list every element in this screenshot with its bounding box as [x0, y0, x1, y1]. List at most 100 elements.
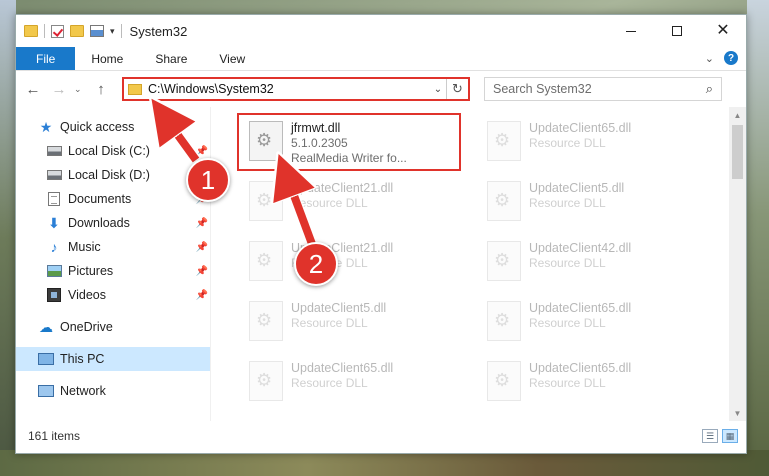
file-item[interactable]: UpdateClient21.dll Resource DLL: [239, 235, 459, 291]
recent-locations-dropdown-icon[interactable]: ⌄: [74, 84, 86, 95]
help-icon[interactable]: ?: [724, 51, 738, 65]
sidebar-item-label: OneDrive: [60, 320, 113, 334]
file-item[interactable]: UpdateClient65.dll Resource DLL: [239, 355, 459, 411]
address-folder-icon: [128, 83, 142, 95]
maximize-button[interactable]: [654, 15, 700, 47]
forward-button[interactable]: →: [48, 78, 70, 100]
refresh-button[interactable]: ↻: [446, 79, 468, 99]
dll-file-icon: [487, 241, 521, 281]
checkmark-icon[interactable]: [51, 24, 64, 38]
minimize-button[interactable]: [608, 15, 654, 47]
pin-icon[interactable]: 📌: [196, 290, 208, 301]
file-item[interactable]: UpdateClient65.dll Resource DLL: [477, 355, 697, 411]
up-button[interactable]: ↑: [90, 78, 112, 100]
large-icons-view-icon[interactable]: ▦: [722, 429, 738, 443]
navigation-pane: ★ Quick access Local Disk (C:) 📌 Local D…: [16, 107, 210, 421]
tab-view[interactable]: View: [203, 47, 261, 70]
disk-icon: [46, 168, 62, 182]
minimize-icon: [626, 30, 636, 32]
downloads-icon: ⬇: [48, 214, 60, 231]
file-description: Resource DLL: [529, 196, 606, 210]
file-item[interactable]: UpdateClient5.dll Resource DLL: [239, 295, 459, 351]
properties-icon[interactable]: [90, 25, 104, 37]
file-name: UpdateClient21.dll: [291, 181, 394, 195]
file-meta: UpdateClient5.dll Resource DLL: [529, 175, 624, 211]
pin-icon[interactable]: 📌: [196, 218, 208, 229]
music-icon: ♪: [50, 239, 58, 255]
desktop-wallpaper-left: [0, 0, 16, 476]
main-area: ★ Quick access Local Disk (C:) 📌 Local D…: [16, 107, 746, 421]
file-item[interactable]: UpdateClient65.dll Resource DLL: [477, 295, 697, 351]
dll-file-icon: [487, 121, 521, 161]
file-description: Resource DLL: [529, 256, 606, 270]
dll-file-icon: [487, 361, 521, 401]
sidebar-item-label: Downloads: [68, 216, 130, 230]
tab-file[interactable]: File: [16, 47, 76, 70]
address-bar[interactable]: C:\Windows\System32 ⌄ ↻: [122, 77, 470, 101]
vertical-scrollbar[interactable]: ▲ ▼: [729, 107, 746, 421]
file-meta: UpdateClient65.dll Resource DLL: [291, 355, 393, 391]
ribbon-right-controls: ⌄ ?: [705, 51, 738, 65]
expand-ribbon-chevron-icon[interactable]: ⌄: [705, 52, 714, 65]
pc-icon: [38, 352, 54, 366]
sidebar-item-quick-access[interactable]: ★ Quick access: [16, 115, 210, 139]
sidebar-item-videos[interactable]: Videos 📌: [16, 283, 210, 307]
file-item[interactable]: UpdateClient5.dll Resource DLL: [477, 175, 697, 231]
close-button[interactable]: ✕: [700, 15, 746, 47]
dll-file-icon: [249, 241, 283, 281]
cloud-icon: ☁: [39, 318, 53, 335]
sidebar-item-label: Quick access: [60, 120, 135, 134]
file-name: UpdateClient65.dll: [291, 361, 394, 375]
file-description: Resource DLL: [291, 196, 368, 210]
back-button[interactable]: ←: [22, 78, 44, 100]
file-name: UpdateClient65.dll: [529, 361, 632, 375]
file-name: UpdateClient42.dll: [529, 241, 632, 255]
window-controls: ✕: [608, 15, 746, 47]
customize-toolbar-dropdown-icon[interactable]: ▾: [110, 26, 115, 37]
pin-icon[interactable]: 📌: [196, 242, 208, 253]
address-path[interactable]: C:\Windows\System32: [148, 82, 430, 96]
sidebar-item-label: This PC: [60, 352, 105, 366]
file-name: UpdateClient65.dll: [529, 301, 632, 315]
quick-access-toolbar: ▾: [16, 24, 122, 38]
maximize-icon: [672, 26, 682, 36]
sidebar-item-label: Pictures: [68, 264, 114, 278]
title-bar: ▾ System32 ✕: [16, 15, 746, 47]
sidebar-item-pictures[interactable]: Pictures 📌: [16, 259, 210, 283]
sidebar-item-downloads[interactable]: ⬇ Downloads 📌: [16, 211, 210, 235]
new-folder-icon[interactable]: [70, 25, 84, 37]
sidebar-item-local-disk-c[interactable]: Local Disk (C:) 📌: [16, 139, 210, 163]
file-meta: UpdateClient65.dll Resource DLL: [529, 355, 631, 391]
desktop-wallpaper-right: [747, 0, 769, 476]
sidebar-item-onedrive[interactable]: ☁ OneDrive: [16, 315, 210, 339]
sidebar-item-label: Network: [60, 384, 106, 398]
file-meta: UpdateClient65.dll Resource DLL: [529, 295, 631, 331]
search-input[interactable]: [493, 82, 706, 96]
network-icon: [38, 384, 54, 398]
tab-share[interactable]: Share: [139, 47, 203, 70]
file-item[interactable]: UpdateClient65.dll Resource DLL: [477, 115, 697, 171]
folder-icon[interactable]: [24, 25, 38, 37]
file-list: jfrmwt.dll 5.1.0.2305 RealMedia Writer f…: [210, 107, 746, 421]
star-icon: ★: [39, 118, 53, 135]
file-description: Resource DLL: [291, 316, 368, 330]
sidebar-item-network[interactable]: Network: [16, 379, 210, 403]
tab-home[interactable]: Home: [75, 47, 139, 70]
scroll-up-icon[interactable]: ▲: [729, 107, 746, 123]
sidebar-item-local-disk-d[interactable]: Local Disk (D:) 📌: [16, 163, 210, 187]
file-name: UpdateClient65.dll: [529, 121, 632, 135]
search-icon[interactable]: ⌕: [706, 81, 713, 97]
dll-file-icon: [487, 181, 521, 221]
details-view-icon[interactable]: ☰: [702, 429, 718, 443]
pin-icon[interactable]: 📌: [196, 266, 208, 277]
search-box[interactable]: ⌕: [484, 77, 722, 101]
scrollbar-thumb[interactable]: [732, 125, 743, 179]
toolbar-separator: [44, 24, 45, 38]
sidebar-item-this-pc[interactable]: This PC: [16, 347, 210, 371]
sidebar-item-documents[interactable]: Documents 📌: [16, 187, 210, 211]
sidebar-item-music[interactable]: ♪ Music 📌: [16, 235, 210, 259]
pin-icon[interactable]: 📌: [196, 146, 208, 157]
file-item[interactable]: UpdateClient42.dll Resource DLL: [477, 235, 697, 291]
address-dropdown-icon[interactable]: ⌄: [430, 84, 446, 95]
file-item[interactable]: UpdateClient21.dll Resource DLL: [239, 175, 459, 231]
